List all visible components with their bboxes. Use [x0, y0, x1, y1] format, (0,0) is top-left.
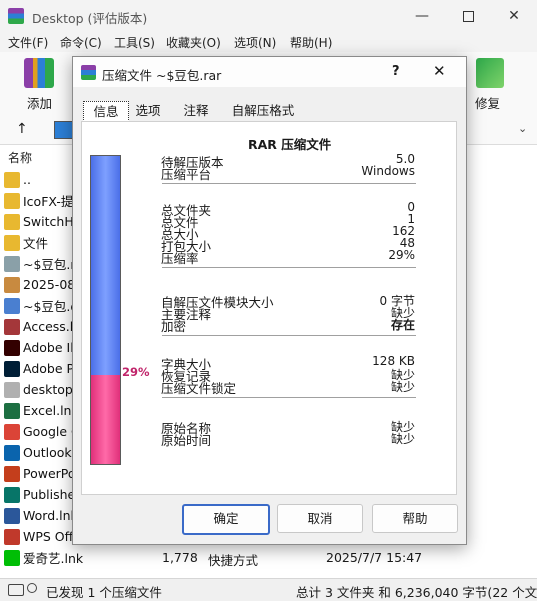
ok-button[interactable]: 确定 — [182, 504, 270, 535]
property-value: 存在 — [390, 318, 415, 332]
file-name: Adobe Ill — [23, 340, 78, 355]
tab-comment[interactable]: 注释 — [179, 101, 213, 120]
maximize-icon — [462, 10, 474, 22]
property-label: 压缩文件锁定 — [161, 381, 237, 396]
window-title: Desktop (评估版本) — [32, 11, 148, 26]
divider — [162, 183, 416, 184]
ratio-bar-remaining — [90, 155, 121, 376]
property-label: 压缩率 — [161, 251, 199, 266]
folder-icon — [4, 234, 20, 251]
archive-type-header: RAR 压缩文件 — [248, 137, 332, 152]
menu-favorites[interactable]: 收藏夹(O) — [166, 34, 221, 51]
column-header-name[interactable]: 名称 — [8, 149, 32, 166]
menu-help[interactable]: 帮助(H) — [290, 34, 332, 51]
cancel-button[interactable]: 取消 — [277, 504, 363, 533]
archive-info-dialog: 压缩文件 ~$豆包.rar ? ✕ 信息 选项 注释 自解压格式 RAR 压缩文… — [72, 56, 467, 545]
help-question-icon[interactable]: ? — [392, 64, 400, 79]
dialog-close-icon[interactable]: ✕ — [433, 62, 446, 80]
chrome-icon — [4, 423, 20, 440]
property-label: 压缩平台 — [161, 167, 212, 182]
image-icon — [4, 276, 20, 293]
excel-icon — [4, 402, 20, 419]
illustrator-icon — [4, 339, 20, 356]
divider — [162, 397, 416, 398]
word-icon — [4, 297, 20, 314]
add-button[interactable]: 添加 — [20, 56, 60, 111]
key-icon — [27, 583, 37, 593]
file-name: ~$豆包.r — [23, 257, 76, 272]
title-bar[interactable]: Desktop (评估版本) — ✕ — [0, 0, 537, 32]
file-size: 1,778 — [162, 550, 198, 565]
file-name: Word.lnk — [23, 508, 78, 523]
property-value: 29% — [388, 248, 415, 262]
status-bar: 已发现 1 个压缩文件 总计 3 文件夹 和 6,236,040 字节(22 个… — [0, 578, 537, 601]
dialog-help-button[interactable]: 帮助 — [372, 504, 458, 533]
chevron-down-icon[interactable]: ⌄ — [518, 122, 527, 135]
ratio-bar-packed — [90, 375, 121, 465]
repair-label: 修复 — [475, 96, 501, 111]
settings-file-icon — [4, 381, 20, 398]
repair-icon — [476, 58, 504, 88]
minimize-icon: — — [415, 8, 429, 24]
maximize-button[interactable] — [445, 0, 491, 32]
up-arrow-icon[interactable]: ↑ — [16, 121, 28, 137]
property-label: 原始时间 — [161, 433, 212, 448]
menu-options[interactable]: 选项(N) — [234, 34, 276, 51]
divider — [162, 335, 416, 336]
close-icon: ✕ — [508, 8, 520, 24]
divider — [162, 267, 416, 268]
publisher-icon — [4, 486, 20, 503]
tab-options[interactable]: 选项 — [131, 101, 165, 120]
powerpoint-icon — [4, 465, 20, 482]
ratio-percent: 29% — [122, 365, 150, 379]
file-name: PowerPo — [23, 466, 76, 481]
status-left: 已发现 1 个压缩文件 — [46, 585, 162, 600]
file-name: IcoFX-提 — [23, 194, 74, 209]
file-name: Excel.lnk — [23, 403, 79, 418]
repair-button[interactable]: 修复 — [470, 56, 510, 111]
archive-icon — [4, 255, 20, 272]
folder-icon — [4, 213, 20, 230]
word-icon — [4, 507, 20, 524]
file-date: 2025/7/7 15:47 — [326, 550, 423, 565]
file-name: ~$豆包.d — [23, 299, 79, 314]
tab-sfx[interactable]: 自解压格式 — [227, 101, 299, 120]
winrar-app-icon — [8, 8, 24, 24]
status-right: 总计 3 文件夹 和 6,236,040 字节(22 个文 — [296, 585, 537, 600]
file-name: 文件 — [23, 236, 49, 251]
file-name: .. — [23, 172, 31, 187]
menu-tools[interactable]: 工具(S) — [114, 34, 155, 51]
folder-icon — [4, 192, 20, 209]
photoshop-icon — [4, 360, 20, 377]
tab-info[interactable]: 信息 — [83, 101, 129, 122]
menu-file[interactable]: 文件(F) — [8, 34, 48, 51]
add-archive-icon — [24, 58, 54, 88]
file-name: Outlook. — [23, 445, 76, 460]
outlook-icon — [4, 444, 20, 461]
close-button[interactable]: ✕ — [491, 0, 537, 32]
file-type: 快捷方式 — [208, 553, 259, 568]
drive-status-icon — [8, 584, 24, 596]
list-item[interactable]: 爱奇艺.lnk — [4, 547, 537, 568]
access-icon — [4, 318, 20, 335]
iqiyi-icon — [4, 549, 20, 566]
file-name: WPS Offi — [23, 529, 77, 544]
folder-icon — [4, 171, 20, 188]
winrar-dialog-icon — [81, 65, 96, 80]
info-panel: RAR 压缩文件 29% 待解压版本 5.0 压缩平台 Windows 总文件夹 0 总文件… — [81, 121, 457, 495]
file-name: desktop. — [23, 382, 77, 397]
add-label: 添加 — [27, 96, 53, 111]
dialog-title-bar[interactable]: 压缩文件 ~$豆包.rar ? ✕ — [73, 57, 466, 87]
minimize-button[interactable]: — — [399, 0, 445, 32]
wps-icon — [4, 528, 20, 545]
property-label: 加密 — [161, 319, 187, 334]
property-value: Windows — [361, 164, 415, 178]
dialog-title: 压缩文件 ~$豆包.rar — [102, 68, 222, 83]
file-name: 爱奇艺.lnk — [23, 551, 84, 566]
file-name: Publishe — [23, 487, 76, 502]
menu-commands[interactable]: 命令(C) — [60, 34, 102, 51]
property-value: 缺少 — [390, 380, 415, 394]
property-value: 缺少 — [390, 432, 415, 446]
